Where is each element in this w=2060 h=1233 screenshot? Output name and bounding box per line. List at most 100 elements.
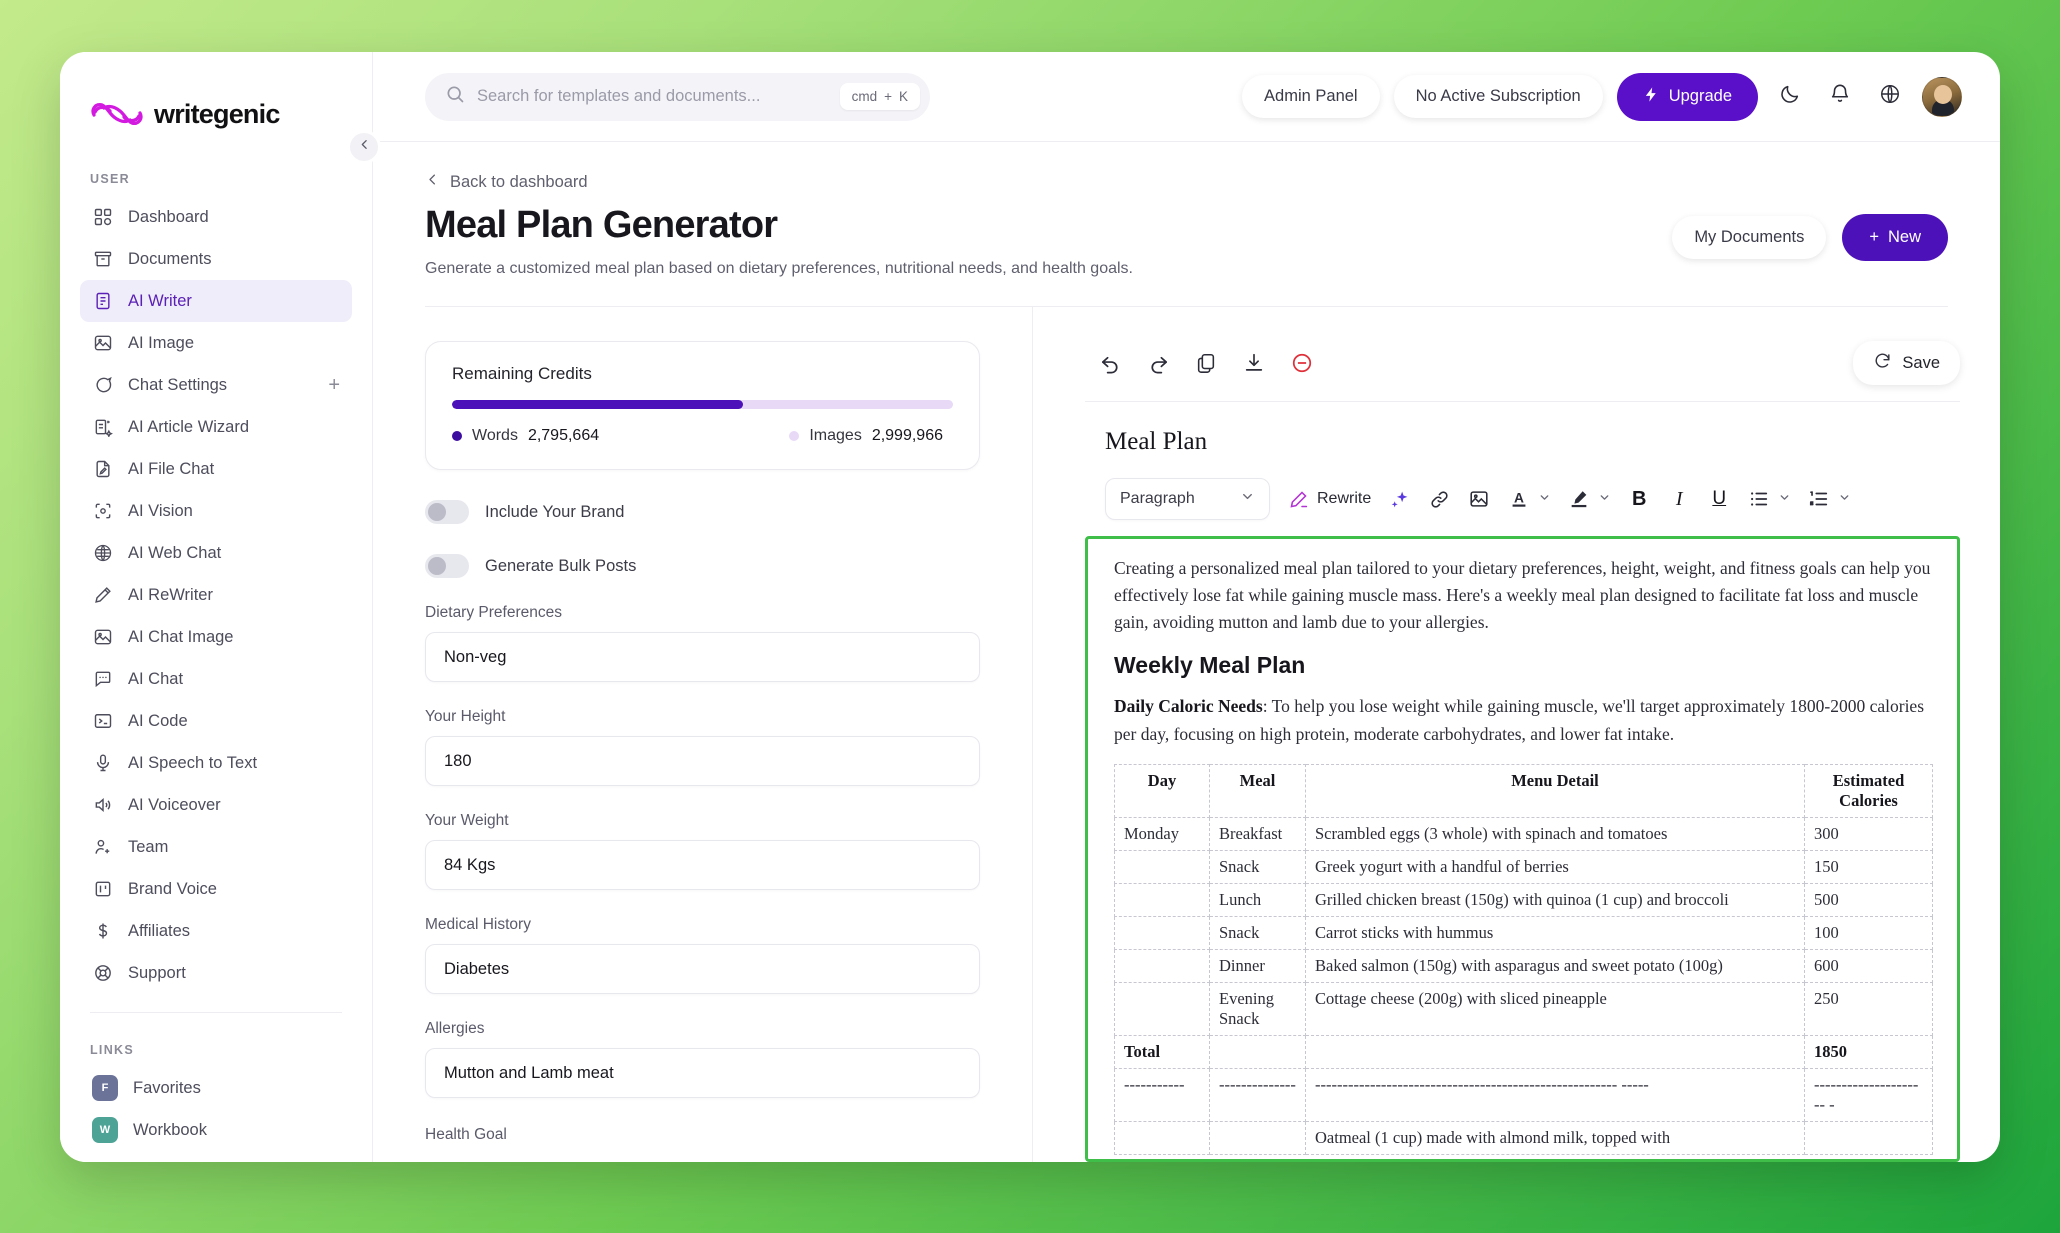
copy-icon[interactable] — [1193, 350, 1219, 376]
chat-dots-icon — [92, 669, 113, 690]
sidebar-item-ai-speech-to-text[interactable]: AI Speech to Text — [80, 742, 352, 784]
undo-icon[interactable] — [1097, 350, 1123, 376]
sidebar-item-ai-code[interactable]: AI Code — [80, 700, 352, 742]
table-cell: Cottage cheese (200g) with sliced pineap… — [1305, 981, 1805, 1036]
redo-icon[interactable] — [1145, 350, 1171, 376]
sidebar-item-ai-web-chat[interactable]: AI Web Chat — [80, 532, 352, 574]
table-cell: Snack — [1209, 849, 1306, 884]
topbar-actions: Admin Panel No Active Subscription Upgra… — [1242, 72, 1962, 121]
notifications-button[interactable] — [1822, 79, 1858, 115]
text-color-icon: A — [1507, 487, 1531, 511]
italic-icon[interactable]: I — [1667, 487, 1691, 511]
your-weight-input[interactable]: 84 Kgs — [425, 840, 980, 890]
upgrade-button[interactable]: Upgrade — [1616, 72, 1758, 121]
sidebar-item-dashboard[interactable]: Dashboard — [80, 196, 352, 238]
dollar-icon — [92, 921, 113, 942]
allergies-input[interactable]: Mutton and Lamb meat — [425, 1048, 980, 1098]
sidebar-item-ai-image[interactable]: AI Image — [80, 322, 352, 364]
text-color-button[interactable]: A — [1507, 487, 1551, 511]
credits-title: Remaining Credits — [452, 364, 592, 383]
table-cell: ----------- — [1114, 1067, 1210, 1122]
document-editor-content[interactable]: Creating a personalized meal plan tailor… — [1085, 536, 1960, 1162]
medical-history-input[interactable]: Diabetes — [425, 944, 980, 994]
table-cell: Carrot sticks with hummus — [1305, 915, 1805, 950]
search-input[interactable]: Search for templates and documents... cm… — [425, 72, 930, 121]
link-icon[interactable] — [1427, 487, 1451, 511]
highlight-button[interactable] — [1567, 487, 1611, 511]
sidebar-item-affiliates[interactable]: Affiliates — [80, 910, 352, 952]
sidebar-item-ai-file-chat[interactable]: AI File Chat — [80, 448, 352, 490]
sidebar-item-workbook[interactable]: W Workbook — [80, 1109, 352, 1151]
table-row: Snack Carrot sticks with hummus 100 — [1114, 915, 1933, 950]
sidebar-item-ai-chat[interactable]: AI Chat — [80, 658, 352, 700]
microphone-icon — [92, 753, 113, 774]
generate-bulk-posts-toggle[interactable] — [425, 554, 469, 578]
sidebar-nav: Dashboard Documents AI Writer AI Image C… — [60, 196, 372, 994]
include-brand-toggle[interactable] — [425, 500, 469, 524]
paragraph-style-value: Paragraph — [1120, 490, 1195, 507]
image-icon[interactable] — [1467, 487, 1491, 511]
table-row: Total 1850 — [1114, 1034, 1933, 1069]
brand-logo[interactable]: writegenic — [60, 52, 372, 142]
underline-icon[interactable]: U — [1707, 487, 1731, 511]
chevron-left-icon — [358, 138, 371, 156]
numbered-list-button[interactable] — [1807, 487, 1851, 511]
save-button[interactable]: Save — [1853, 341, 1960, 385]
bold-icon[interactable]: B — [1627, 487, 1651, 511]
brand-board-icon — [92, 879, 113, 900]
my-documents-button[interactable]: My Documents — [1672, 216, 1827, 259]
table-row: Monday Breakfast Scrambled eggs (3 whole) … — [1114, 816, 1933, 851]
table-cell: Total — [1114, 1034, 1210, 1069]
shortcut-cmd: cmd — [851, 89, 878, 104]
sidebar-item-ai-voiceover[interactable]: AI Voiceover — [80, 784, 352, 826]
dark-mode-toggle[interactable] — [1772, 79, 1808, 115]
table-cell: Lunch — [1209, 882, 1306, 917]
chevron-down-icon — [1538, 491, 1551, 507]
rewrite-button[interactable]: Rewrite — [1286, 487, 1371, 511]
back-to-dashboard-link[interactable]: Back to dashboard — [425, 172, 1948, 192]
sidebar-item-ai-article-wizard[interactable]: AI Article Wizard — [80, 406, 352, 448]
sidebar-item-support[interactable]: Support — [80, 952, 352, 994]
new-document-button[interactable]: + New — [1842, 214, 1948, 261]
dietary-preferences-input[interactable]: Non-veg — [425, 632, 980, 682]
sidebar-item-label: AI Chat Image — [128, 627, 234, 646]
sidebar-item-chat-settings[interactable]: Chat Settings + — [80, 364, 352, 406]
body-split: Remaining Credits Words 2,795,664 Images… — [373, 307, 2000, 1162]
sparkle-icon[interactable] — [1387, 487, 1411, 511]
table-cell: Dinner — [1209, 948, 1306, 983]
sidebar-collapse-button[interactable] — [347, 130, 381, 164]
download-icon[interactable] — [1241, 350, 1267, 376]
bell-icon — [1829, 83, 1851, 110]
subscription-status-button[interactable]: No Active Subscription — [1393, 75, 1603, 118]
clear-icon[interactable] — [1289, 350, 1315, 376]
writegenic-logo-icon — [90, 99, 144, 129]
table-cell — [1114, 915, 1210, 950]
document-title[interactable]: Meal Plan — [1085, 402, 1960, 478]
sidebar-item-ai-rewriter[interactable]: AI ReWriter — [80, 574, 352, 616]
table-row: Lunch Grilled chicken breast (150g) with … — [1114, 882, 1933, 917]
avatar[interactable] — [1922, 76, 1962, 117]
sidebar-item-documents[interactable]: Documents — [80, 238, 352, 280]
your-height-label: Your Height — [425, 708, 506, 725]
language-button[interactable] — [1872, 79, 1908, 115]
document-text-icon — [92, 291, 113, 312]
sidebar-item-ai-writer[interactable]: AI Writer — [80, 280, 352, 322]
credits-words: Words 2,795,664 — [452, 427, 599, 445]
paragraph-style-select[interactable]: Paragraph — [1105, 478, 1270, 520]
sidebar-item-ai-vision[interactable]: AI Vision — [80, 490, 352, 532]
plus-icon: + — [1869, 228, 1879, 246]
sidebar-item-favorites[interactable]: F Favorites — [80, 1067, 352, 1109]
table-cell — [1305, 1034, 1805, 1069]
admin-panel-button[interactable]: Admin Panel — [1242, 75, 1380, 118]
speaker-icon — [92, 795, 113, 816]
your-height-input[interactable]: 180 — [425, 736, 980, 786]
bullet-list-button[interactable] — [1747, 487, 1791, 511]
save-label: Save — [1902, 353, 1940, 372]
credits-progress-bar — [452, 400, 953, 409]
dietary-preferences-field: Dietary Preferences Non-veg — [425, 604, 980, 682]
sidebar-item-team[interactable]: Team — [80, 826, 352, 868]
add-chat-setting-button[interactable]: + — [328, 375, 340, 395]
sidebar-item-brand-voice[interactable]: Brand Voice — [80, 868, 352, 910]
table-cell — [1804, 1120, 1933, 1155]
sidebar-item-ai-chat-image[interactable]: AI Chat Image — [80, 616, 352, 658]
